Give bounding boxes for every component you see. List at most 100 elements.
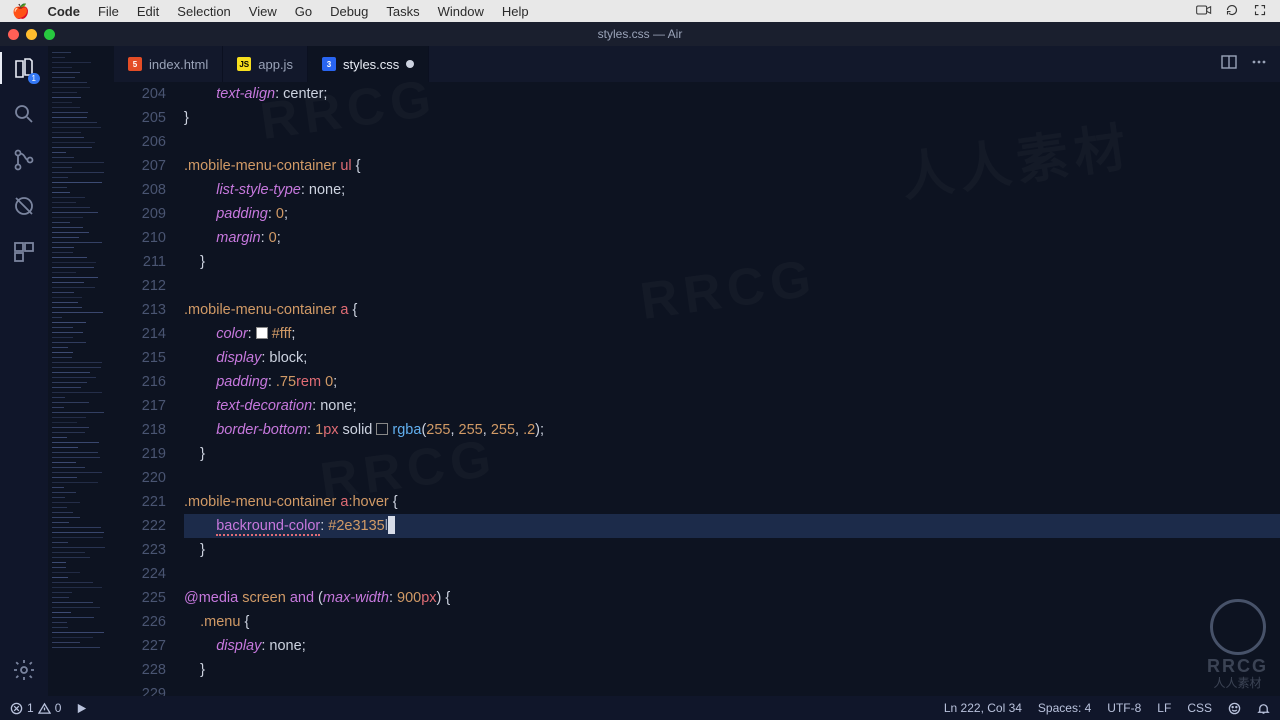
code-line[interactable]: .mobile-menu-container a {: [184, 298, 1280, 322]
close-window-button[interactable]: [8, 29, 19, 40]
code-line[interactable]: list-style-type: none;: [184, 178, 1280, 202]
refresh-icon[interactable]: [1224, 4, 1240, 19]
app-name[interactable]: Code: [47, 4, 80, 19]
menu-debug[interactable]: Debug: [330, 4, 368, 19]
tab-label: app.js: [258, 57, 293, 72]
code-line[interactable]: display: block;: [184, 346, 1280, 370]
status-language[interactable]: CSS: [1187, 701, 1212, 715]
line-number: 205: [114, 106, 166, 130]
line-number: 215: [114, 346, 166, 370]
line-number: 226: [114, 610, 166, 634]
more-actions-icon[interactable]: [1250, 53, 1268, 76]
tab-index-html[interactable]: 5index.html: [114, 46, 223, 82]
line-number: 214: [114, 322, 166, 346]
menu-help[interactable]: Help: [502, 4, 529, 19]
activity-debug[interactable]: [10, 192, 38, 220]
code-line[interactable]: text-decoration: none;: [184, 394, 1280, 418]
status-warnings-count: 0: [55, 701, 62, 715]
line-number: 222: [114, 514, 166, 538]
code-line[interactable]: [184, 130, 1280, 154]
status-bell-icon[interactable]: [1257, 702, 1270, 715]
tab-styles-css[interactable]: 3 styles.css: [308, 46, 429, 82]
code-line[interactable]: padding: 0;: [184, 202, 1280, 226]
status-ln-col[interactable]: Ln 222, Col 34: [944, 701, 1022, 715]
line-number: 210: [114, 226, 166, 250]
code-line[interactable]: .menu {: [184, 610, 1280, 634]
line-number: 227: [114, 634, 166, 658]
line-number: 224: [114, 562, 166, 586]
activity-extensions[interactable]: [10, 238, 38, 266]
file-type-icon: JS: [237, 57, 251, 71]
status-problems[interactable]: 1 0: [10, 701, 61, 715]
menu-window[interactable]: Window: [438, 4, 484, 19]
tab-app-js[interactable]: JS app.js: [223, 46, 308, 82]
line-number: 207: [114, 154, 166, 178]
line-number: 204: [114, 82, 166, 106]
zoom-window-button[interactable]: [44, 29, 55, 40]
window-title-bar: styles.css — Air: [0, 22, 1280, 46]
activity-explorer[interactable]: 1: [10, 54, 38, 82]
code-line[interactable]: .mobile-menu-container a:hover {: [184, 490, 1280, 514]
line-number: 208: [114, 178, 166, 202]
menu-selection[interactable]: Selection: [177, 4, 230, 19]
code-line[interactable]: }: [184, 250, 1280, 274]
menu-go[interactable]: Go: [295, 4, 312, 19]
code-line[interactable]: [184, 466, 1280, 490]
activity-bar: 1: [0, 46, 48, 696]
line-number: 218: [114, 418, 166, 442]
status-feedback-icon[interactable]: [1228, 702, 1241, 715]
code-line[interactable]: text-align: center;: [184, 82, 1280, 106]
code-line[interactable]: [184, 682, 1280, 696]
activity-settings[interactable]: [10, 656, 38, 684]
line-number: 213: [114, 298, 166, 322]
file-type-icon: 3: [322, 57, 336, 71]
line-number: 223: [114, 538, 166, 562]
code-line[interactable]: }: [184, 442, 1280, 466]
code-line[interactable]: backround-color: #2e3135l: [184, 514, 1280, 538]
activity-search[interactable]: [10, 100, 38, 128]
line-number: 228: [114, 658, 166, 682]
split-editor-icon[interactable]: [1220, 53, 1238, 76]
menu-view[interactable]: View: [249, 4, 277, 19]
code-editor[interactable]: 2042052062072082092102112122132142152162…: [114, 82, 1280, 696]
screen-record-icon[interactable]: [1196, 4, 1212, 19]
status-eol[interactable]: LF: [1157, 701, 1171, 715]
tab-label: styles.css: [343, 57, 399, 72]
status-spaces[interactable]: Spaces: 4: [1038, 701, 1091, 715]
line-number: 217: [114, 394, 166, 418]
fullscreen-icon[interactable]: [1252, 4, 1268, 19]
line-number: 219: [114, 442, 166, 466]
line-number: 216: [114, 370, 166, 394]
menu-tasks[interactable]: Tasks: [386, 4, 419, 19]
menu-file[interactable]: File: [98, 4, 119, 19]
minimize-window-button[interactable]: [26, 29, 37, 40]
window-title: styles.css — Air: [598, 27, 683, 41]
status-live-server[interactable]: [75, 702, 88, 715]
editor-tabs: 5index.html JS app.js 3 styles.css: [114, 46, 1280, 82]
mac-menu-bar: 🍎 Code File Edit Selection View Go Debug…: [0, 0, 1280, 22]
code-line[interactable]: [184, 562, 1280, 586]
code-line[interactable]: [184, 274, 1280, 298]
tab-label: index.html: [149, 57, 208, 72]
line-number: 229: [114, 682, 166, 696]
minimap[interactable]: (function(){ var col=document.currentScr…: [48, 46, 114, 696]
code-line[interactable]: display: none;: [184, 634, 1280, 658]
code-line[interactable]: }: [184, 538, 1280, 562]
menu-edit[interactable]: Edit: [137, 4, 159, 19]
code-line[interactable]: margin: 0;: [184, 226, 1280, 250]
line-number: 211: [114, 250, 166, 274]
line-number: 212: [114, 274, 166, 298]
code-line[interactable]: color: #fff;: [184, 322, 1280, 346]
code-line[interactable]: @media screen and (max-width: 900px) {: [184, 586, 1280, 610]
code-line[interactable]: }: [184, 658, 1280, 682]
line-number: 206: [114, 130, 166, 154]
activity-source-control[interactable]: [10, 146, 38, 174]
line-number: 221: [114, 490, 166, 514]
code-line[interactable]: }: [184, 106, 1280, 130]
code-line[interactable]: .mobile-menu-container ul {: [184, 154, 1280, 178]
apple-icon[interactable]: 🍎: [12, 3, 29, 20]
code-line[interactable]: padding: .75rem 0;: [184, 370, 1280, 394]
code-line[interactable]: border-bottom: 1px solid rgba(255, 255, …: [184, 418, 1280, 442]
status-encoding[interactable]: UTF-8: [1107, 701, 1141, 715]
line-number: 220: [114, 466, 166, 490]
